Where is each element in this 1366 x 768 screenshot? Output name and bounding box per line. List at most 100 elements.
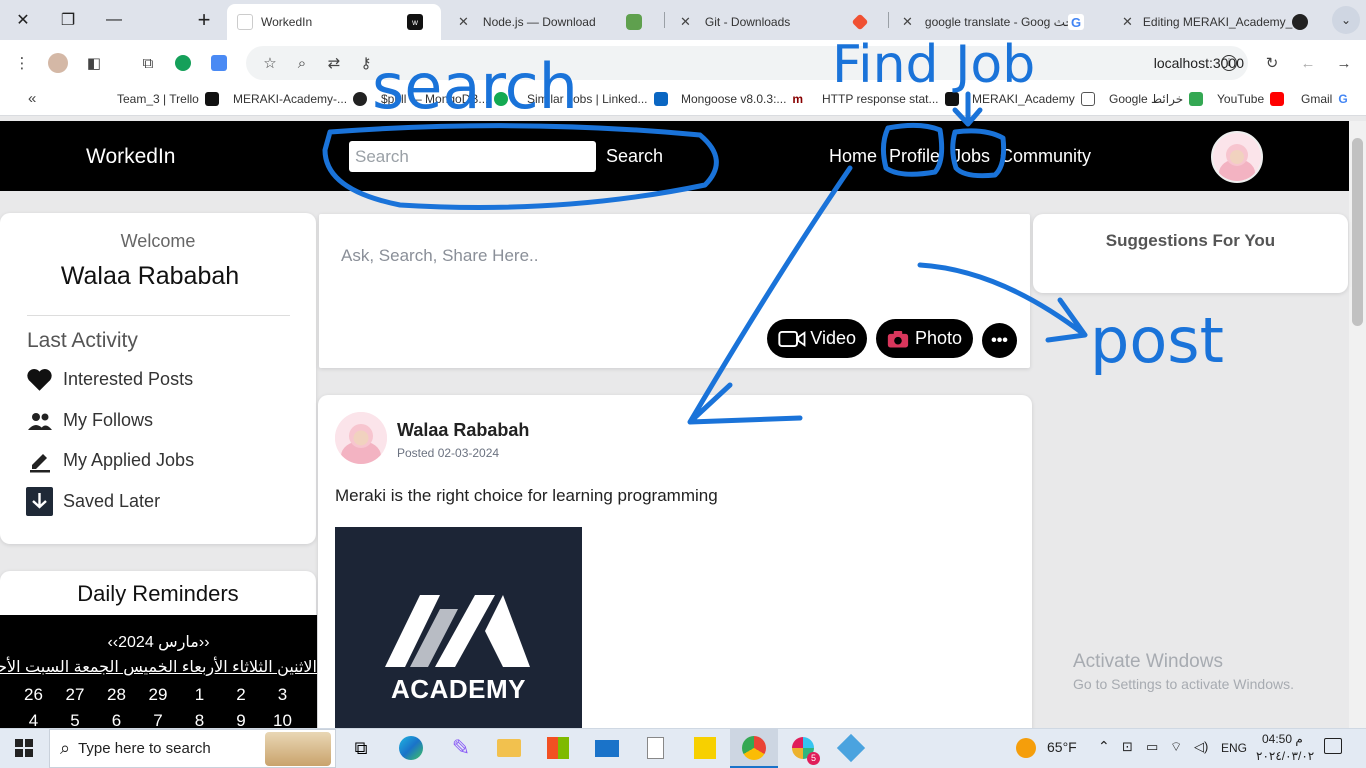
bookmark-item[interactable]: YouTube xyxy=(1217,92,1285,106)
weather-temperature[interactable]: 65°F xyxy=(1047,739,1077,755)
calendar-day[interactable]: 1 xyxy=(179,685,220,705)
volume-icon[interactable]: ◁) xyxy=(1194,739,1208,755)
mdn-icon xyxy=(944,92,959,106)
calendar-day[interactable]: 3 xyxy=(262,685,303,705)
taskbar-search[interactable]: ⌕ Type here to search xyxy=(49,729,336,768)
language-indicator[interactable]: ENG xyxy=(1221,741,1247,755)
battery-icon[interactable]: ▭ xyxy=(1146,739,1158,755)
activity-interested-posts[interactable]: Interested Posts xyxy=(26,366,193,393)
menu-dots-icon[interactable]: ⋮ xyxy=(8,50,36,76)
bookmark-item[interactable]: MERAKI_Academy xyxy=(972,92,1095,106)
bookmark-item[interactable]: HTTP response stat... xyxy=(822,92,959,106)
post-author-avatar[interactable] xyxy=(335,412,387,464)
tab-workedin[interactable]: WorkedIn w xyxy=(227,4,441,40)
close-tab-icon[interactable]: ✕ xyxy=(680,14,691,30)
bookmark-item[interactable]: $pull — MongoDB... xyxy=(381,92,509,106)
bookmark-item[interactable]: MERAKI-Academy-... xyxy=(233,92,368,106)
reload-icon[interactable]: ↻ xyxy=(1258,50,1286,76)
calendar-day[interactable]: 26 xyxy=(13,685,54,705)
wifi-icon[interactable]: ⌔ xyxy=(1170,739,1182,755)
composer-placeholder[interactable]: Ask, Search, Share Here.. xyxy=(341,246,538,266)
activity-my-follows[interactable]: My Follows xyxy=(26,407,153,434)
window-close-button[interactable]: ✕ xyxy=(0,0,46,40)
chrome-taskbar-button[interactable] xyxy=(730,728,778,768)
store-icon[interactable] xyxy=(543,733,573,763)
video-label: Video xyxy=(810,328,856,348)
slack-icon[interactable]: 5 xyxy=(788,733,820,765)
network-icon[interactable]: ⊡ xyxy=(1122,739,1133,755)
close-tab-icon[interactable]: ✕ xyxy=(1122,14,1133,30)
translate-page-icon[interactable]: ⇄ xyxy=(320,50,348,76)
scrollbar-thumb[interactable] xyxy=(1352,138,1363,326)
window-minimize-button[interactable]: — xyxy=(91,0,137,40)
new-tab-button[interactable]: + xyxy=(181,0,227,40)
search-button[interactable]: Search xyxy=(606,146,663,167)
mongodb-icon xyxy=(494,92,509,106)
bookmark-item[interactable]: Google خرائط xyxy=(1109,92,1204,106)
window-restore-button[interactable]: ❐ xyxy=(45,0,91,40)
more-options-button[interactable]: ••• xyxy=(982,323,1017,358)
clock-time[interactable]: 04:50 م xyxy=(1262,732,1303,746)
calendar-day[interactable]: 27 xyxy=(55,685,96,705)
address-bar[interactable] xyxy=(246,46,1248,80)
video-button[interactable]: Video xyxy=(767,319,867,358)
post-text: Meraki is the right choice for learning … xyxy=(335,486,718,505)
calendar-day[interactable]: 29 xyxy=(138,685,179,705)
nav-community[interactable]: Community xyxy=(1000,146,1091,167)
extensions-icon[interactable]: ⧉ xyxy=(134,50,162,76)
edge-icon[interactable] xyxy=(396,733,426,763)
close-tab-icon[interactable]: ✕ xyxy=(902,14,913,30)
weather-sun-icon[interactable] xyxy=(1016,738,1036,758)
bookmark-item[interactable]: Similar Jobs | Linked... xyxy=(527,92,668,106)
chevron-up-icon[interactable]: ⌃ xyxy=(1098,738,1110,755)
bookmark-item[interactable]: Mongoose v8.0.3:... m xyxy=(681,92,803,106)
notion-icon xyxy=(204,92,219,106)
task-view-icon[interactable]: ⧉ xyxy=(346,733,376,763)
brand-logo[interactable]: WorkedIn xyxy=(86,145,176,169)
bookmark-star-icon[interactable]: ☆ xyxy=(256,50,284,76)
calendar-day[interactable]: 2 xyxy=(221,685,262,705)
tab-git[interactable]: ✕ Git - Downloads xyxy=(670,4,884,40)
notifications-icon[interactable] xyxy=(1324,738,1342,754)
tab-google-translate[interactable]: ✕ google translate - Goog بحث G xyxy=(892,4,1100,40)
tab-github-editing[interactable]: ✕ Editing MERAKI_Academy_P xyxy=(1112,4,1324,40)
bookmark-item[interactable]: Team_3 | Trello xyxy=(117,92,219,106)
site-info-icon[interactable]: i xyxy=(1221,55,1237,71)
chevrons-left-icon[interactable]: « xyxy=(28,90,36,107)
clock-date[interactable]: ٢٠٢٤/٠٣/٠٢ xyxy=(1256,749,1314,763)
document-icon[interactable] xyxy=(640,733,670,763)
activity-saved-later[interactable]: Saved Later xyxy=(26,487,160,516)
profile-avatar-icon[interactable] xyxy=(48,53,68,73)
tab-nodejs[interactable]: ✕ Node.js — Download xyxy=(448,4,658,40)
calendar-day[interactable]: 28 xyxy=(96,685,137,705)
workedin-favicon-icon: w xyxy=(407,14,423,30)
feather-app-icon[interactable]: ✎ xyxy=(446,733,476,763)
file-explorer-icon[interactable] xyxy=(494,733,524,763)
activity-applied-jobs[interactable]: My Applied Jobs xyxy=(26,447,194,474)
mail-icon[interactable] xyxy=(592,733,622,763)
activate-windows-subtitle: Go to Settings to activate Windows. xyxy=(1073,676,1294,692)
tab-search-button[interactable]: ⌄ xyxy=(1332,6,1360,34)
side-panel-icon[interactable]: ◧ xyxy=(80,50,108,76)
tab-separator xyxy=(664,12,665,28)
git-kraken-icon[interactable] xyxy=(836,733,866,763)
grammarly-icon[interactable] xyxy=(175,55,191,71)
key-icon[interactable]: ⚷ xyxy=(352,50,380,76)
user-avatar[interactable] xyxy=(1211,131,1263,183)
translate-extension-icon[interactable] xyxy=(211,55,227,71)
nav-home[interactable]: Home xyxy=(829,146,877,167)
chrome-icon xyxy=(742,736,766,760)
nav-profile[interactable]: Profile xyxy=(889,146,940,167)
zoom-icon[interactable]: ⌕ xyxy=(288,50,316,76)
photo-button[interactable]: Photo xyxy=(876,319,973,358)
post-author-name[interactable]: Walaa Rababah xyxy=(397,420,529,441)
search-input[interactable] xyxy=(349,141,596,172)
back-arrow-icon[interactable]: ← xyxy=(1294,50,1322,76)
start-button[interactable] xyxy=(0,728,48,768)
bookmark-item[interactable]: Gmail G xyxy=(1301,92,1348,106)
sticky-notes-icon[interactable] xyxy=(690,733,720,763)
forward-arrow-icon[interactable]: → xyxy=(1330,50,1358,76)
nav-jobs[interactable]: Jobs xyxy=(952,146,990,167)
calendar-month-header[interactable]: ‹‹مارس 2024›› xyxy=(0,632,317,652)
close-tab-icon[interactable]: ✕ xyxy=(458,14,469,30)
